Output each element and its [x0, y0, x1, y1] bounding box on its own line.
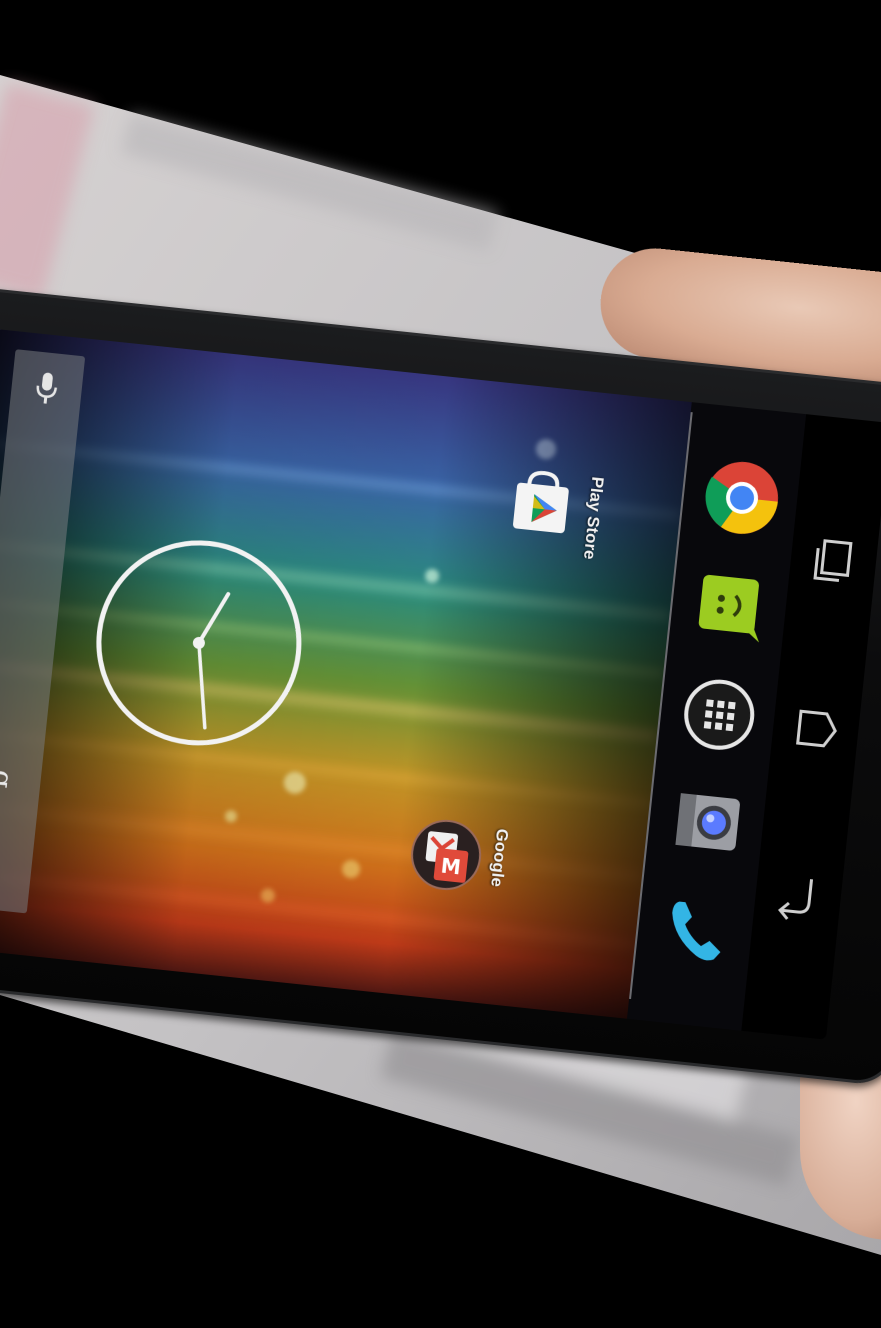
- messaging-icon[interactable]: [687, 563, 775, 651]
- microphone-icon[interactable]: [32, 369, 62, 408]
- play-store-icon: [513, 470, 569, 534]
- app-folder-google[interactable]: M Google: [392, 815, 512, 984]
- back-icon[interactable]: [771, 864, 827, 929]
- chrome-icon[interactable]: [698, 454, 786, 542]
- app-drawer-icon[interactable]: [675, 671, 763, 759]
- phone-screen: g Play Store M Google: [0, 328, 881, 1040]
- google-folder-icon: M: [411, 819, 482, 890]
- google-logo-icon: g: [0, 768, 20, 790]
- minute-hand: [197, 641, 207, 730]
- phone-icon[interactable]: [652, 888, 740, 976]
- phone-device: g Play Store M Google: [0, 285, 881, 1087]
- app-play-store[interactable]: Play Store: [488, 463, 607, 632]
- analog-clock-widget[interactable]: [83, 528, 314, 759]
- home-icon[interactable]: [788, 695, 844, 760]
- hour-hand: [196, 592, 231, 645]
- recent-apps-icon[interactable]: [806, 525, 862, 590]
- svg-text:M: M: [440, 854, 462, 880]
- photo-frame: g Play Store M Google: [0, 0, 881, 1328]
- camera-icon[interactable]: [664, 778, 752, 866]
